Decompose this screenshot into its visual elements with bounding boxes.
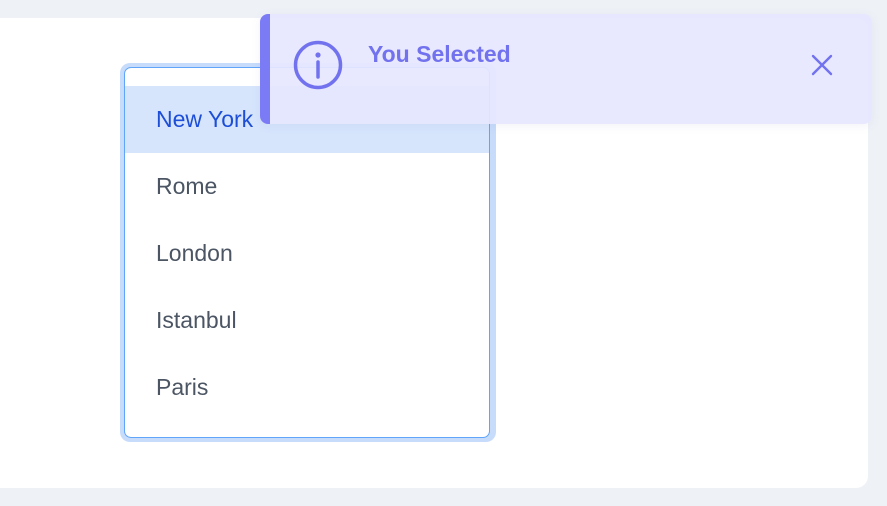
info-toast: You Selected — [260, 14, 872, 124]
list-option-london[interactable]: London — [125, 220, 489, 287]
list-option-istanbul[interactable]: Istanbul — [125, 287, 489, 354]
close-icon[interactable] — [808, 51, 836, 79]
option-label: London — [156, 240, 233, 266]
option-label: Istanbul — [156, 307, 237, 333]
toast-title: You Selected — [368, 41, 511, 67]
option-label: New York — [156, 106, 254, 132]
info-circle-icon — [293, 40, 343, 90]
option-label: Rome — [156, 173, 218, 199]
list-option-rome[interactable]: Rome — [125, 153, 489, 220]
toast-accent-bar — [260, 14, 270, 124]
list-option-paris[interactable]: Paris — [125, 354, 489, 421]
option-label: Paris — [156, 374, 209, 400]
